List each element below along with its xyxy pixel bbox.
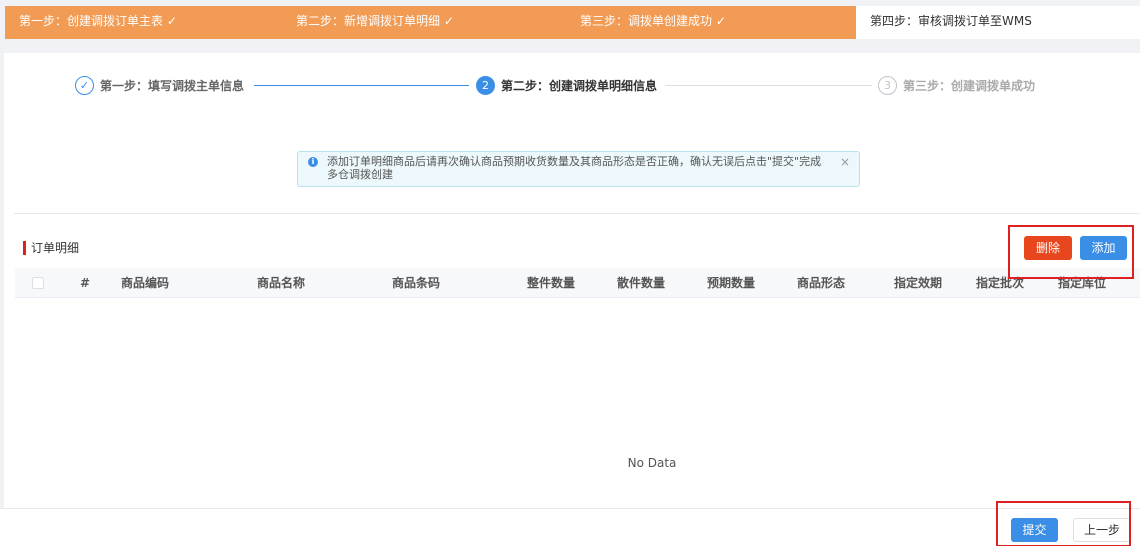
col-case-qty: 整件数量 <box>526 276 575 290</box>
highlight-box-footer <box>996 501 1131 546</box>
col-product-name: 商品名称 <box>256 276 305 290</box>
step-3: 3 第三步：创建调拨单成功 <box>878 75 1035 95</box>
step-connector-1 <box>254 85 469 86</box>
info-icon: i <box>308 157 318 167</box>
empty-table-text: No Data <box>627 456 677 470</box>
col-index: # <box>79 276 91 290</box>
info-alert: i 添加订单明细商品后请再次确认商品预期收货数量及其商品形态是否正确，确认无误后… <box>297 151 860 187</box>
step-3-number: 3 <box>878 75 897 95</box>
top-step-3: 第三步：调拨单创建成功 ✓ <box>566 6 856 39</box>
step-1: ✓ 第一步：填写调拨主单信息 <box>75 75 244 95</box>
highlight-box-actions <box>1008 225 1134 279</box>
col-product-form: 商品形态 <box>796 276 845 290</box>
top-step-2: 第二步：新增调拨订单明细 ✓ <box>282 6 566 39</box>
step-2-number: 2 <box>476 75 495 95</box>
steps-indicator: ✓ 第一步：填写调拨主单信息 2 第二步：创建调拨单明细信息 3 第三步：创建调… <box>4 53 1140 113</box>
step-3-label: 第三步：创建调拨单成功 <box>903 78 1036 93</box>
step-2: 2 第二步：创建调拨单明细信息 <box>476 75 657 95</box>
alert-message: 添加订单明细商品后请再次确认商品预期收货数量及其商品形态是否正确，确认无误后点击… <box>327 155 822 181</box>
section-title: 订单明细 <box>23 240 79 255</box>
top-step-1: 第一步：创建调拨订单主表 ✓ <box>5 6 282 39</box>
divider <box>14 213 1140 214</box>
select-all-checkbox[interactable] <box>32 277 44 289</box>
step-2-label: 第二步：创建调拨单明细信息 <box>501 78 658 93</box>
col-expiry: 指定效期 <box>893 276 942 290</box>
col-piece-qty: 散件数量 <box>616 276 665 290</box>
col-barcode: 商品条码 <box>391 276 440 290</box>
top-step-4: 第四步：审核调拨订单至WMS <box>856 6 1140 39</box>
col-product-code: 商品编码 <box>120 276 169 290</box>
step-1-label: 第一步：填写调拨主单信息 <box>100 78 245 93</box>
main-panel: ✓ 第一步：填写调拨主单信息 2 第二步：创建调拨单明细信息 3 第三步：创建调… <box>4 53 1140 508</box>
top-progress-bar: 第一步：创建调拨订单主表 ✓ 第二步：新增调拨订单明细 ✓ 第三步：调拨单创建成… <box>0 0 1140 40</box>
col-expected-qty: 预期数量 <box>706 276 755 290</box>
close-icon[interactable]: × <box>840 155 850 169</box>
check-icon: ✓ <box>75 75 94 95</box>
step-connector-2 <box>665 85 872 86</box>
table-header: # 商品编码 商品名称 商品条码 整件数量 散件数量 预期数量 商品形态 指定效… <box>15 268 1140 298</box>
footer-bar <box>0 508 1140 546</box>
section-marker <box>23 240 26 255</box>
section-title-text: 订单明细 <box>31 241 80 255</box>
